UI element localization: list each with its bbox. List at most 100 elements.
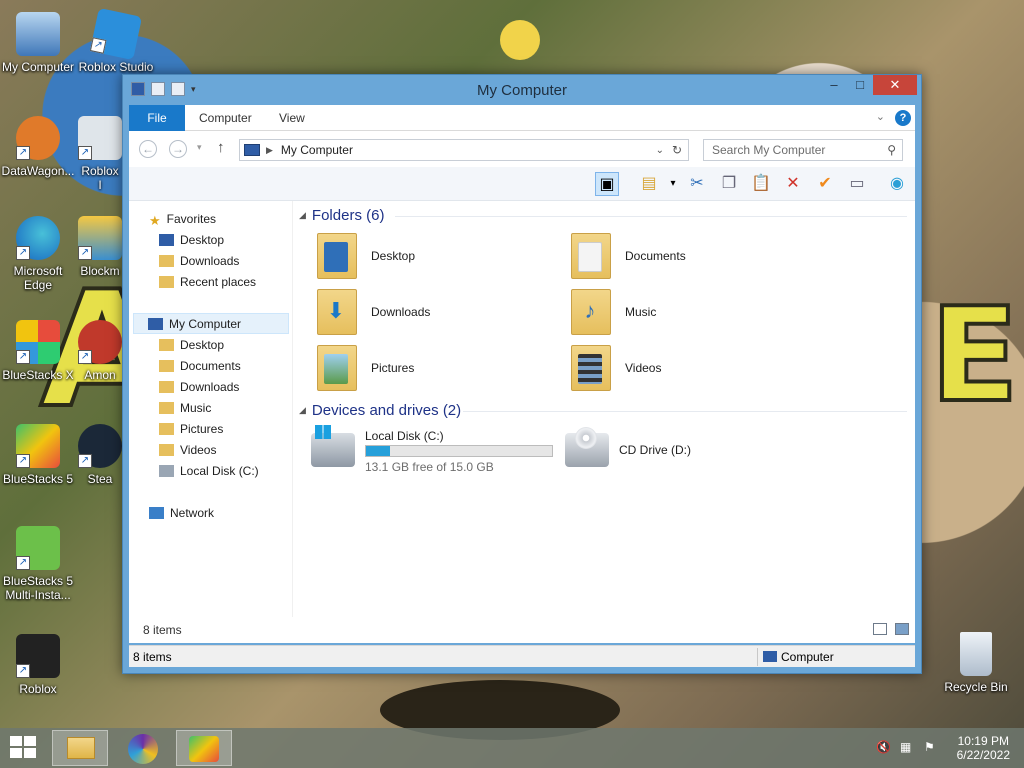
start-button[interactable] bbox=[10, 736, 38, 760]
downloads-folder-icon: ⬇ bbox=[317, 289, 357, 335]
desktop-icon-bluestacks-multi-instance[interactable]: ↗ BlueStacks 5 Multi-Insta... bbox=[0, 526, 76, 602]
recent-locations-icon[interactable]: ▾ bbox=[197, 142, 202, 153]
nav-favorites-desktop[interactable]: Desktop bbox=[159, 230, 224, 251]
nav-computer-pictures[interactable]: Pictures bbox=[159, 419, 223, 440]
tab-computer[interactable]: Computer bbox=[185, 105, 266, 131]
desktop-icon-my-computer[interactable]: My Computer bbox=[0, 12, 76, 74]
clock[interactable]: 10:19 PM 6/22/2022 bbox=[957, 734, 1010, 762]
nav-favorites[interactable]: ★ Favorites bbox=[149, 209, 216, 230]
search-input[interactable]: Search My Computer ⚲ bbox=[703, 139, 903, 161]
globe-icon[interactable]: ◉ bbox=[885, 172, 909, 196]
view-switcher bbox=[873, 623, 909, 635]
recent-places-icon bbox=[159, 276, 174, 288]
nav-computer-desktop[interactable]: Desktop bbox=[159, 335, 224, 356]
desktop-icon-among-us[interactable]: ↗ Amon bbox=[78, 320, 122, 382]
desktop-icon-edge[interactable]: ↗ Microsoft Edge bbox=[0, 216, 76, 292]
tab-view[interactable]: View bbox=[265, 105, 319, 131]
folder-documents[interactable]: Documents bbox=[559, 231, 799, 283]
videos-folder-icon bbox=[571, 345, 611, 391]
rename-icon[interactable]: ▭ bbox=[845, 172, 869, 196]
roblox-studio-icon: ↗ bbox=[89, 7, 143, 61]
cut-icon[interactable]: ✂ bbox=[685, 172, 709, 196]
organize-icon[interactable]: ▤ bbox=[637, 172, 661, 196]
breadcrumb-separator-icon[interactable]: ▶ bbox=[266, 145, 273, 156]
folder-videos[interactable]: Videos bbox=[559, 343, 799, 395]
desktop-icon bbox=[159, 234, 174, 246]
desktop-icon-bluestacks-x[interactable]: ↗ BlueStacks X bbox=[0, 320, 76, 382]
forward-button[interactable]: → bbox=[169, 140, 187, 158]
large-icons-view-icon[interactable] bbox=[895, 623, 909, 635]
paste-icon[interactable]: 📋 bbox=[749, 172, 773, 196]
nav-my-computer[interactable]: My Computer bbox=[133, 313, 289, 334]
network-icon bbox=[149, 507, 164, 519]
system-tray: 🔇 ▦ ⚑ bbox=[876, 740, 940, 754]
folder-icon bbox=[159, 360, 174, 372]
group-divider bbox=[395, 216, 907, 217]
title-bar[interactable]: ▾ My Computer – □ ✕ bbox=[123, 75, 921, 105]
wallpaper-star bbox=[500, 20, 540, 60]
desktop-icon-recycle-bin[interactable]: Recycle Bin bbox=[938, 632, 1014, 694]
desktop-icon-blockman[interactable]: ↗ Blockm bbox=[78, 216, 122, 278]
checkmark-icon[interactable]: ✔ bbox=[813, 172, 837, 196]
nav-network[interactable]: Network bbox=[149, 503, 214, 524]
computer-icon bbox=[148, 318, 163, 330]
organize-dropdown-icon[interactable]: ▾ bbox=[661, 172, 685, 196]
bluestacks-5-icon: ↗ bbox=[16, 424, 60, 468]
nav-computer-videos[interactable]: Videos bbox=[159, 440, 216, 461]
nav-computer-music[interactable]: Music bbox=[159, 398, 211, 419]
nav-computer-downloads[interactable]: Downloads bbox=[159, 377, 239, 398]
folder-pictures[interactable]: Pictures bbox=[305, 343, 545, 395]
breadcrumb-location[interactable]: My Computer bbox=[281, 143, 353, 157]
ribbon-expand-icon[interactable]: ⌄ bbox=[876, 110, 885, 123]
group-header-devices[interactable]: ◢ Devices and drives (2) bbox=[299, 402, 461, 419]
folder-downloads[interactable]: ⬇ Downloads bbox=[305, 287, 545, 339]
group-header-folders[interactable]: ◢ Folders (6) bbox=[299, 207, 384, 224]
folder-icon bbox=[159, 444, 174, 456]
action-center-icon[interactable]: ⚑ bbox=[924, 740, 940, 754]
back-button[interactable]: ← bbox=[139, 140, 157, 158]
search-icon[interactable]: ⚲ bbox=[887, 140, 896, 160]
network-tray-icon[interactable]: ▦ bbox=[900, 740, 916, 754]
item-count: 8 items bbox=[143, 623, 182, 637]
up-button[interactable]: ↑ bbox=[217, 139, 225, 156]
roblox-icon: ↗ bbox=[78, 116, 122, 160]
volume-muted-icon[interactable]: 🔇 bbox=[876, 740, 892, 754]
desktop-icon-datawagon[interactable]: ↗ DataWagon... bbox=[0, 116, 76, 178]
disk-usage-bar bbox=[365, 445, 553, 457]
drive-local-disk-c[interactable]: Local Disk (C:) 13.1 GB free of 15.0 GB bbox=[301, 425, 553, 475]
desktop-icon-bluestacks-5[interactable]: ↗ BlueStacks 5 bbox=[0, 424, 76, 486]
delete-icon[interactable]: ✕ bbox=[781, 172, 805, 196]
maximize-button[interactable]: □ bbox=[847, 75, 873, 95]
taskbar-bluestacks[interactable] bbox=[176, 730, 232, 766]
computer-icon bbox=[16, 12, 60, 56]
address-dropdown-icon[interactable]: ⌄ bbox=[656, 145, 664, 156]
details-view-icon[interactable] bbox=[873, 623, 887, 635]
folder-desktop[interactable]: Desktop bbox=[305, 231, 545, 283]
address-bar[interactable]: ▶ My Computer ⌄ ↻ bbox=[239, 139, 689, 161]
nav-favorites-recent-places[interactable]: Recent places bbox=[159, 272, 256, 293]
taskbar-file-explorer[interactable] bbox=[52, 730, 108, 766]
tab-file[interactable]: File bbox=[129, 105, 185, 131]
desktop-icon-roblox[interactable]: ↗ Roblox bbox=[0, 634, 76, 696]
desktop-icon-steam[interactable]: ↗ Stea bbox=[78, 424, 122, 486]
folder-music[interactable]: ♪ Music bbox=[559, 287, 799, 339]
minimize-button[interactable]: – bbox=[821, 75, 847, 95]
nav-computer-local-disk[interactable]: Local Disk (C:) bbox=[159, 461, 259, 482]
taskbar-app[interactable] bbox=[116, 730, 172, 766]
edge-icon: ↗ bbox=[16, 216, 60, 260]
computer-icon bbox=[763, 651, 777, 662]
nav-favorites-downloads[interactable]: Downloads bbox=[159, 251, 239, 272]
taskbar: 🔇 ▦ ⚑ 10:19 PM 6/22/2022 bbox=[0, 728, 1024, 768]
preview-pane-icon[interactable]: ▣ bbox=[595, 172, 619, 196]
file-view: ◢ Folders (6) Desktop Documents ⬇ Downloa… bbox=[295, 201, 915, 617]
help-button[interactable]: ? bbox=[895, 110, 911, 126]
desktop-icon-roblox-studio[interactable]: ↗ Roblox Studio bbox=[78, 7, 154, 74]
refresh-icon[interactable]: ↻ bbox=[672, 143, 682, 157]
desktop-icon-roblox-player[interactable]: ↗ Roblox I bbox=[78, 116, 122, 192]
copy-icon[interactable]: ❐ bbox=[717, 172, 741, 196]
disk-usage-fill bbox=[366, 446, 390, 456]
close-button[interactable]: ✕ bbox=[873, 75, 917, 95]
nav-computer-documents[interactable]: Documents bbox=[159, 356, 241, 377]
status-line: 8 items bbox=[129, 617, 915, 643]
drive-cd-d[interactable]: CD Drive (D:) bbox=[555, 425, 805, 475]
